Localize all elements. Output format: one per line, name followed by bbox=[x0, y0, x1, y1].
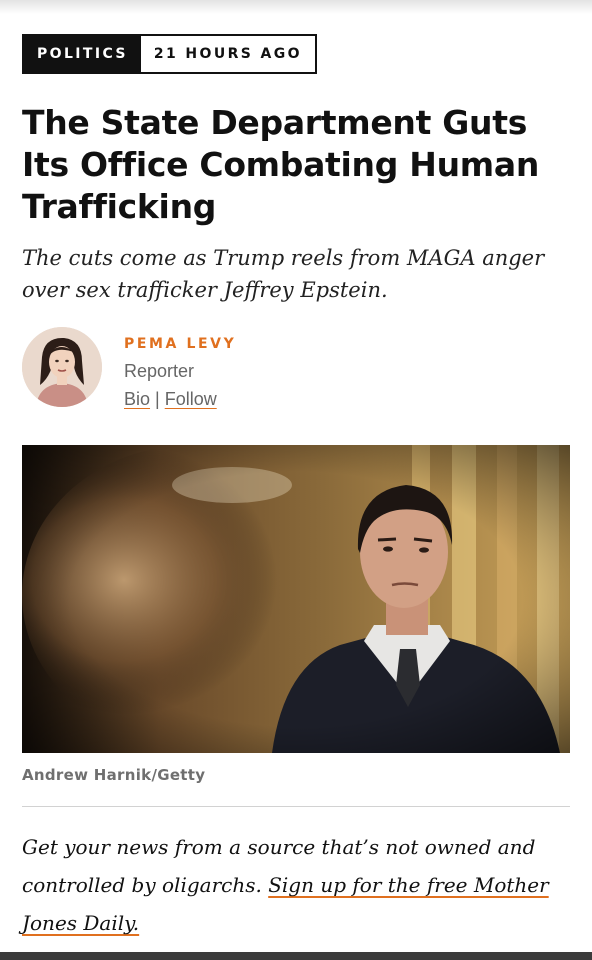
author-follow-link[interactable]: Follow bbox=[165, 389, 217, 409]
author-avatar[interactable] bbox=[22, 327, 102, 407]
link-separator: | bbox=[155, 389, 160, 409]
article-dek: The cuts come as Trump reels from MAGA a… bbox=[22, 246, 545, 302]
photo-credit: Andrew Harnik/Getty bbox=[22, 766, 206, 784]
author-links: Bio | Follow bbox=[124, 389, 217, 410]
author-role: Reporter bbox=[124, 361, 195, 381]
section-divider bbox=[22, 806, 570, 807]
category-tag[interactable]: POLITICS bbox=[24, 36, 141, 72]
top-edge-shadow bbox=[0, 0, 592, 14]
bottom-edge-bar bbox=[0, 952, 592, 960]
author-bio-link[interactable]: Bio bbox=[124, 389, 150, 409]
lead-photo[interactable] bbox=[22, 445, 570, 753]
author-name[interactable]: PEMA LEVY bbox=[124, 336, 236, 352]
article-meta-bar: POLITICS 21 HOURS AGO bbox=[22, 34, 317, 74]
article-headline: The State Department Guts Its Office Com… bbox=[22, 103, 540, 226]
newsletter-promo: Get your news from a source that’s not o… bbox=[22, 828, 572, 942]
timestamp-tag: 21 HOURS AGO bbox=[140, 36, 315, 72]
